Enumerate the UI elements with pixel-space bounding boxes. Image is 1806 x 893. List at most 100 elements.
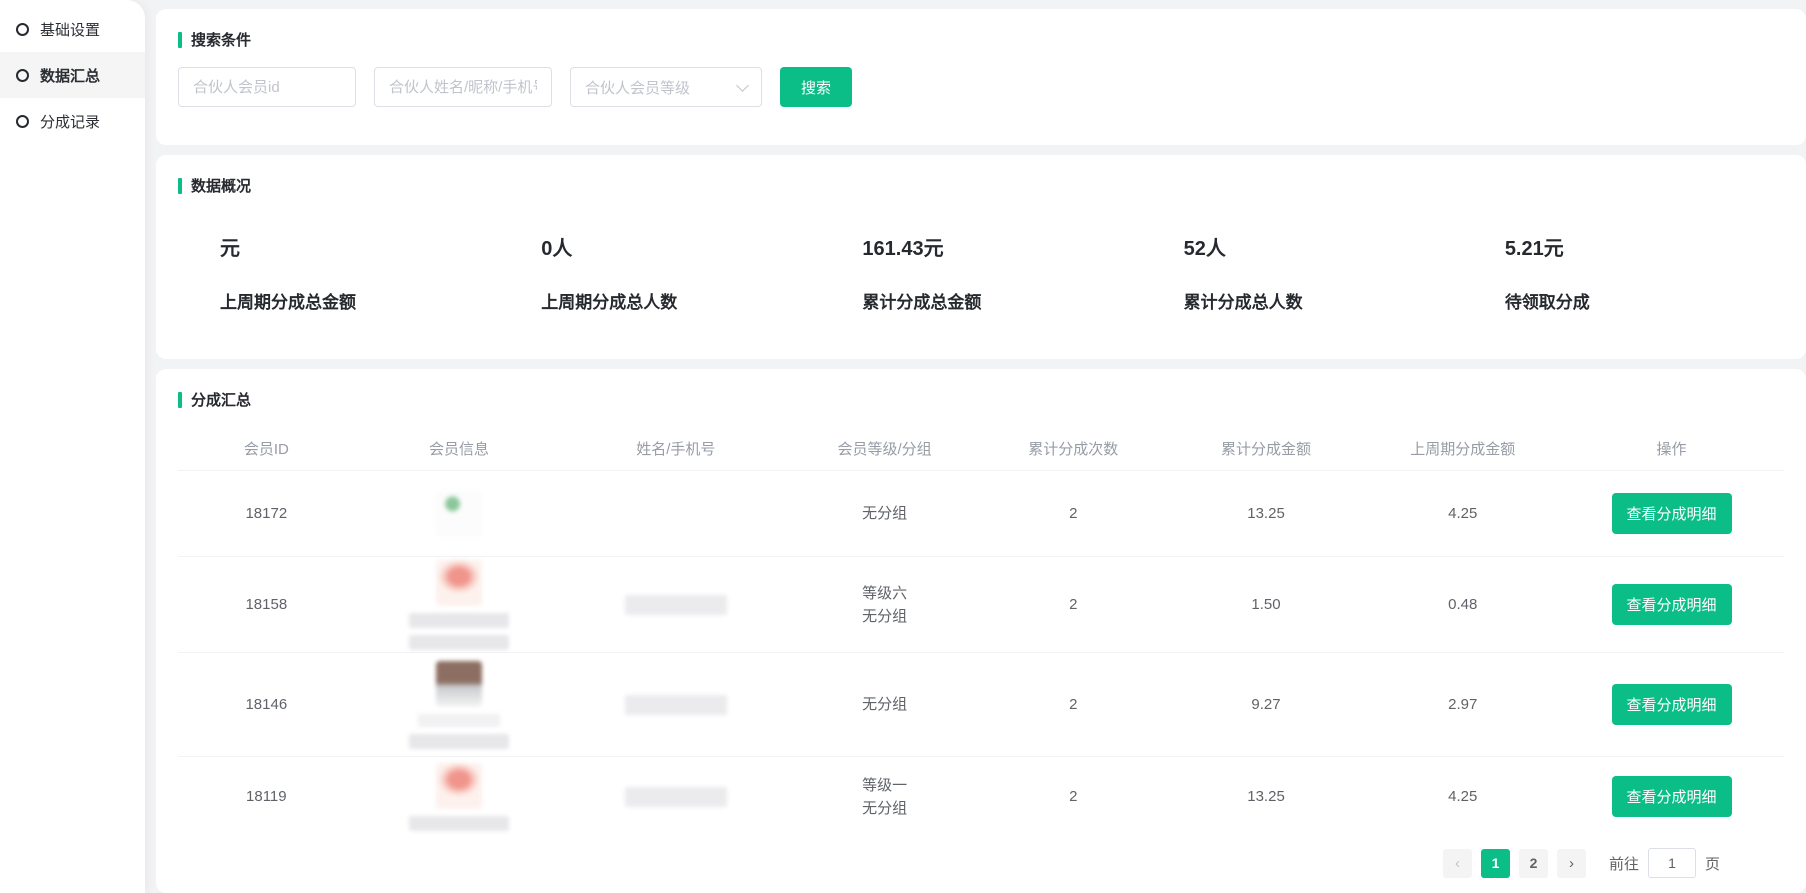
- stat-label: 累计分成总人数: [1184, 288, 1463, 313]
- stat-value: 0人: [541, 232, 820, 261]
- column-header-6: 上周期分成金额: [1366, 438, 1559, 459]
- page-button-2[interactable]: 2: [1519, 849, 1548, 878]
- stat-value: 元: [220, 232, 499, 261]
- member-group: 无分组: [788, 502, 981, 525]
- next-page-button[interactable]: ›: [1557, 849, 1586, 878]
- search-button[interactable]: 搜索: [780, 67, 852, 107]
- stat-value: 5.21元: [1505, 232, 1784, 261]
- name-phone-cell: [563, 695, 788, 715]
- member-level: 等级一: [788, 774, 981, 797]
- level-group-cell: 等级六无分组: [788, 582, 981, 628]
- sidebar-item-label: 数据汇总: [40, 65, 100, 86]
- last-period-amount-cell: 4.25: [1366, 505, 1559, 522]
- search-card: 搜索条件 合伙人会员等级 搜索: [156, 9, 1806, 145]
- partner-level-select[interactable]: 合伙人会员等级: [570, 67, 762, 107]
- blurred-name-phone: [625, 695, 727, 715]
- action-cell: 查看分成明细: [1559, 493, 1784, 534]
- partner-name-input[interactable]: [374, 67, 552, 107]
- column-header-5: 累计分成金额: [1166, 438, 1367, 459]
- column-header-3: 会员等级/分组: [788, 438, 981, 459]
- name-phone-cell: [563, 787, 788, 807]
- member-info-cell: [355, 763, 564, 831]
- last-period-amount-cell: 0.48: [1366, 596, 1559, 613]
- column-header-1: 会员信息: [355, 438, 564, 459]
- stat-label: 待领取分成: [1505, 288, 1784, 313]
- member-group: 无分组: [788, 797, 981, 820]
- member-id-cell: 18119: [178, 788, 355, 805]
- member-level: 等级六: [788, 582, 981, 605]
- view-share-detail-button[interactable]: 查看分成明细: [1612, 776, 1732, 817]
- goto-label: 前往: [1609, 853, 1639, 874]
- blurred-nickname: [409, 613, 509, 628]
- sidebar-item-2[interactable]: 分成记录: [0, 98, 145, 144]
- circle-icon: [16, 69, 29, 82]
- circle-icon: [16, 23, 29, 36]
- stat-value: 52人: [1184, 232, 1463, 261]
- table-body: 18172无分组213.254.25查看分成明细18158等级六无分组21.50…: [178, 470, 1784, 836]
- level-group-cell: 等级一无分组: [788, 774, 981, 820]
- stat-block-2: 161.43元累计分成总金额: [820, 232, 1141, 313]
- table-header-row: 会员ID会员信息姓名/手机号会员等级/分组累计分成次数累计分成金额上周期分成金额…: [178, 426, 1784, 470]
- table-row: 18146无分组29.272.97查看分成明细: [178, 652, 1784, 756]
- action-cell: 查看分成明细: [1559, 584, 1784, 625]
- blurred-name-phone: [625, 595, 727, 615]
- column-header-0: 会员ID: [178, 438, 355, 459]
- search-title-text: 搜索条件: [191, 29, 251, 50]
- chevron-down-icon: [736, 79, 749, 92]
- sidebar-nav: 基础设置数据汇总分成记录: [0, 6, 145, 144]
- goto-page-input[interactable]: [1648, 848, 1696, 878]
- overview-section-title: 数据概况: [178, 175, 1784, 196]
- search-row: 合伙人会员等级 搜索: [178, 67, 1784, 107]
- table-row: 18119等级一无分组213.254.25查看分成明细: [178, 756, 1784, 836]
- pagination: ‹ 12 › 前往 页: [178, 836, 1784, 890]
- overview-title-text: 数据概况: [191, 175, 251, 196]
- sidebar-item-label: 基础设置: [40, 19, 100, 40]
- page-button-1[interactable]: 1: [1481, 849, 1510, 878]
- stat-block-4: 5.21元待领取分成: [1463, 232, 1784, 313]
- stat-block-3: 52人累计分成总人数: [1142, 232, 1463, 313]
- sidebar-item-0[interactable]: 基础设置: [0, 6, 145, 52]
- stat-label: 累计分成总金额: [862, 288, 1141, 313]
- total-amount-cell: 1.50: [1166, 596, 1367, 613]
- page-suffix-label: 页: [1705, 853, 1720, 874]
- view-share-detail-button[interactable]: 查看分成明细: [1612, 684, 1732, 725]
- member-group: 无分组: [788, 605, 981, 628]
- view-share-detail-button[interactable]: 查看分成明细: [1612, 493, 1732, 534]
- column-header-7: 操作: [1559, 438, 1784, 459]
- section-accent-bar: [178, 392, 182, 408]
- prev-page-button[interactable]: ‹: [1443, 849, 1472, 878]
- member-info-cell: [355, 491, 564, 537]
- member-avatar: [436, 560, 482, 606]
- total-amount-cell: 13.25: [1166, 788, 1367, 805]
- total-amount-cell: 13.25: [1166, 505, 1367, 522]
- sidebar-item-1[interactable]: 数据汇总: [0, 52, 145, 98]
- stats-row: 元上周期分成总金额0人上周期分成总人数161.43元累计分成总金额52人累计分成…: [178, 232, 1784, 313]
- total-amount-cell: 9.27: [1166, 696, 1367, 713]
- summary-section-title: 分成汇总: [178, 389, 1784, 410]
- sidebar: 基础设置数据汇总分成记录: [0, 0, 145, 893]
- avatar-wrap: [355, 560, 564, 650]
- blurred-nickname: [409, 635, 509, 650]
- stat-value: 161.43元: [862, 232, 1141, 261]
- blurred-nickname: [409, 816, 509, 831]
- avatar-wrap: [355, 763, 564, 831]
- stat-label: 上周期分成总人数: [541, 288, 820, 313]
- table-row: 18158等级六无分组21.500.48查看分成明细: [178, 556, 1784, 652]
- column-header-2: 姓名/手机号: [563, 438, 788, 459]
- circle-icon: [16, 115, 29, 128]
- table-row: 18172无分组213.254.25查看分成明细: [178, 470, 1784, 556]
- action-cell: 查看分成明细: [1559, 776, 1784, 817]
- member-info-cell: [355, 560, 564, 650]
- summary-title-text: 分成汇总: [191, 389, 251, 410]
- stat-block-1: 0人上周期分成总人数: [499, 232, 820, 313]
- share-count-cell: 2: [981, 696, 1166, 713]
- partner-id-input[interactable]: [178, 67, 356, 107]
- summary-table: 会员ID会员信息姓名/手机号会员等级/分组累计分成次数累计分成金额上周期分成金额…: [178, 426, 1784, 836]
- section-accent-bar: [178, 178, 182, 194]
- last-period-amount-cell: 4.25: [1366, 788, 1559, 805]
- member-avatar: [436, 491, 482, 537]
- level-group-cell: 无分组: [788, 502, 981, 525]
- column-header-4: 累计分成次数: [981, 438, 1166, 459]
- blurred-nickname: [418, 714, 500, 727]
- view-share-detail-button[interactable]: 查看分成明细: [1612, 584, 1732, 625]
